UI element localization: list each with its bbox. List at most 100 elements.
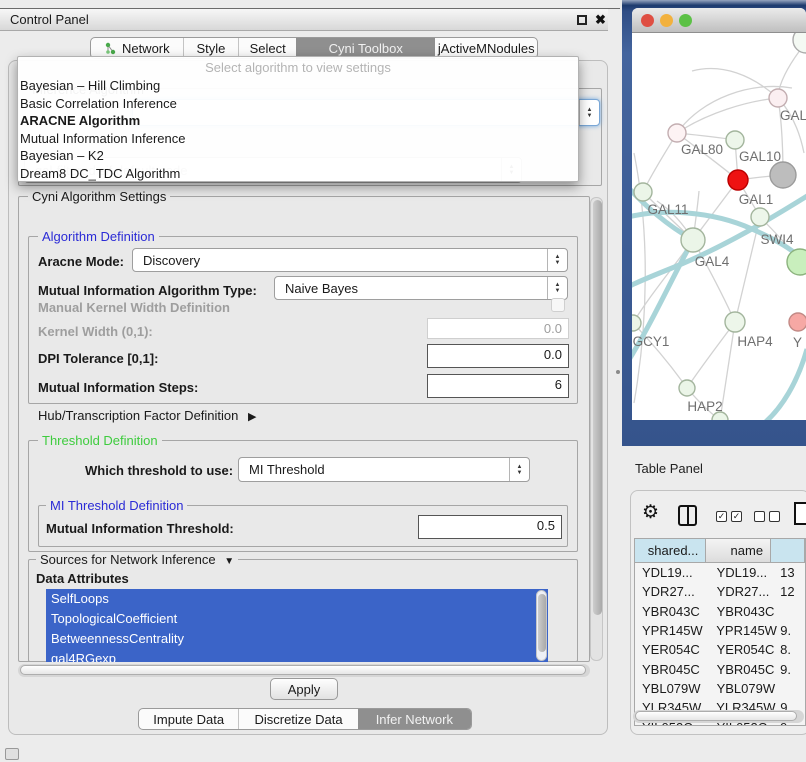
algorithm-option[interactable]: Basic Correlation Inference [18, 95, 578, 113]
table-row[interactable]: YDL19...YDL19...13 [635, 563, 805, 582]
table-row[interactable]: YDR27...YDR27...12 [635, 582, 805, 601]
threshold-definition-legend: Threshold Definition [38, 433, 162, 448]
list-item[interactable]: BetweennessCentrality [46, 629, 548, 649]
list-vertical-scrollbar[interactable] [536, 590, 547, 661]
stepper-icon: ▲▼ [579, 100, 599, 125]
network-node[interactable] [634, 183, 652, 201]
list-item[interactable]: gal4RGexp [46, 649, 548, 662]
splitter-grip[interactable] [616, 370, 620, 374]
table-cell: YBR045C [635, 662, 709, 677]
network-node[interactable] [668, 124, 686, 142]
close-icon[interactable]: ✖ [595, 12, 606, 28]
algorithm-option[interactable]: Mutual Information Inference [18, 130, 578, 148]
network-edge[interactable] [762, 349, 806, 420]
select-all-columns-icon[interactable]: ✓ ✓ [716, 511, 742, 522]
network-node[interactable] [632, 315, 641, 331]
column-header-partial[interactable] [771, 539, 805, 562]
table-row[interactable]: YBL079WYBL079W [635, 679, 805, 698]
tab-select[interactable]: Select [238, 38, 296, 58]
gear-icon[interactable]: ⚙ [642, 501, 659, 524]
network-node[interactable] [726, 131, 744, 149]
minimized-panel-icon[interactable] [5, 748, 19, 760]
network-node[interactable] [793, 33, 806, 53]
network-node[interactable] [770, 162, 796, 188]
network-edge[interactable] [687, 322, 735, 388]
table-horizontal-scrollbar[interactable] [633, 710, 804, 723]
network-canvas[interactable]: GALGAL80GAL10GAL1GAL11SWI4GAL4GCY1HAP4YH… [632, 33, 806, 420]
scrollbar-thumb[interactable] [635, 711, 797, 721]
algorithm-option[interactable]: Bayesian – K2 [18, 147, 578, 165]
app-screen: Control Panel ✖ Network Style Select Cyn… [0, 0, 806, 762]
table-row[interactable]: YER054CYER054C8. [635, 640, 805, 659]
table-cell: YDR27... [635, 584, 709, 599]
network-node-label: GAL1 [739, 192, 774, 207]
control-panel-titlebar: Control Panel [0, 9, 608, 31]
minimize-window-icon[interactable] [660, 14, 673, 27]
table-row[interactable]: YBR043CYBR043C [635, 602, 805, 621]
network-node-label: GAL11 [647, 202, 688, 217]
table-cell: YBR043C [635, 604, 709, 619]
network-edge[interactable] [693, 240, 735, 322]
network-edge[interactable] [692, 69, 778, 98]
sources-legend[interactable]: Sources for Network Inference ▼ [36, 552, 238, 567]
column-header-name[interactable]: name [706, 539, 771, 562]
network-node[interactable] [751, 208, 769, 226]
column-header-shared-name[interactable]: shared... [635, 539, 706, 562]
table-cell: YER054C [635, 642, 709, 657]
scrollbar-thumb[interactable] [20, 665, 586, 675]
algorithm-dropdown: Select algorithm to view settings Bayesi… [17, 56, 579, 182]
close-window-icon[interactable] [641, 14, 654, 27]
tab-style[interactable]: Style [183, 38, 239, 58]
network-node[interactable] [679, 380, 695, 396]
table-cell: YDL19... [635, 565, 709, 580]
network-node[interactable] [728, 170, 748, 190]
table-cell: YBR043C [709, 604, 776, 619]
settings-horizontal-scrollbar[interactable] [18, 664, 590, 677]
cyni-settings-legend: Cyni Algorithm Settings [28, 189, 170, 204]
tab-discretize-data[interactable]: Discretize Data [238, 709, 357, 729]
settings-vertical-scrollbar[interactable] [590, 197, 603, 661]
network-node[interactable] [725, 312, 745, 332]
scrollbar-thumb[interactable] [593, 200, 602, 615]
data-attributes-list: SelfLoops TopologicalCoefficient Between… [46, 589, 548, 662]
scrollbar-thumb[interactable] [538, 594, 546, 652]
table-cell: 9. [775, 623, 805, 638]
tab-infer-network[interactable]: Infer Network [358, 709, 471, 729]
export-table-icon[interactable] [794, 502, 806, 525]
algorithm-option[interactable]: Bayesian – Hill Climbing [18, 77, 578, 95]
tab-cyni-toolbox[interactable]: Cyni Toolbox [296, 38, 435, 58]
node-table: shared... name YDL19...YDL19...13YDR27..… [634, 538, 806, 726]
table-cell: YBL079W [709, 681, 776, 696]
network-node-label: GAL4 [695, 254, 730, 269]
network-node[interactable] [787, 249, 806, 275]
list-item[interactable]: TopologicalCoefficient [46, 609, 548, 629]
table-row[interactable]: YBR045CYBR045C9. [635, 659, 805, 678]
zoom-window-icon[interactable] [679, 14, 692, 27]
list-item[interactable]: SelfLoops [46, 589, 548, 609]
tab-jactivemnodules[interactable]: jActiveMNodules [435, 38, 537, 58]
deselect-all-columns-icon[interactable] [754, 511, 780, 522]
mi-threshold-legend: MI Threshold Definition [46, 498, 187, 513]
split-columns-icon[interactable] [678, 505, 697, 526]
network-node[interactable] [681, 228, 705, 252]
table-cell: 8. [775, 642, 805, 657]
table-panel-title: Table Panel [635, 461, 703, 476]
table-cell: YPR145W [708, 623, 775, 638]
algorithm-option[interactable]: Dream8 DC_TDC Algorithm [18, 165, 578, 183]
table-row[interactable]: YPR145WYPR145W9. [635, 621, 805, 640]
expand-arrow-icon: ▼ [224, 556, 234, 567]
algorithm-option-selected[interactable]: ARACNE Algorithm [18, 112, 578, 130]
network-edge[interactable] [643, 133, 677, 192]
float-panel-icon[interactable] [577, 15, 587, 25]
table-cell: YBL079W [635, 681, 709, 696]
table-cell: YBR045C [709, 662, 776, 677]
table-cell: 12 [775, 584, 805, 599]
table-cell: YDR27... [709, 584, 776, 599]
apply-button[interactable]: Apply [270, 678, 338, 700]
network-node[interactable] [769, 89, 787, 107]
network-node[interactable] [789, 313, 806, 331]
network-icon [104, 42, 117, 55]
network-node-label: GAL80 [681, 142, 723, 157]
tab-impute-data[interactable]: Impute Data [139, 709, 238, 729]
tab-network[interactable]: Network [91, 38, 183, 58]
